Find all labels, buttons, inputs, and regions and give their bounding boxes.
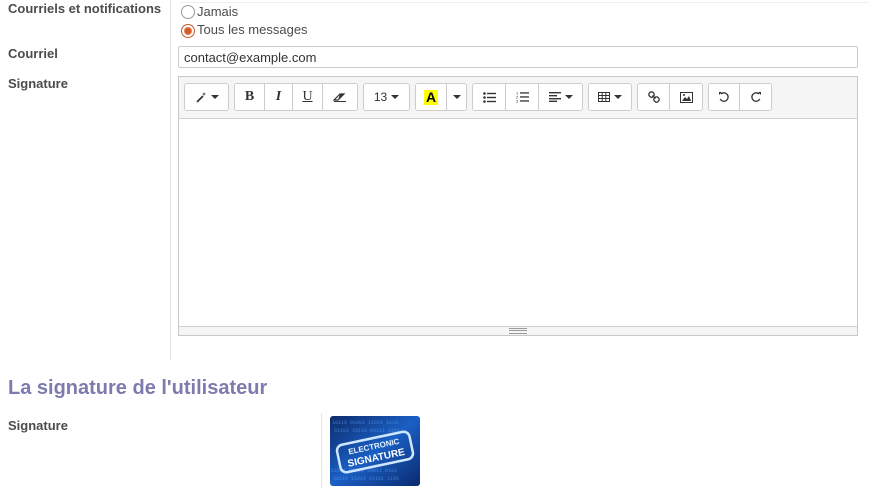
eraser-icon: [333, 93, 346, 102]
undo-button[interactable]: [709, 84, 740, 110]
font-size-value: 13: [373, 90, 388, 104]
email-field[interactable]: [178, 46, 858, 68]
redo-icon: [750, 92, 761, 102]
style-dropdown-button[interactable]: [185, 84, 228, 110]
chevron-down-icon: [452, 95, 461, 99]
svg-text:3: 3: [516, 99, 519, 104]
insert-link-button[interactable]: [638, 84, 670, 110]
italic-button[interactable]: I: [265, 84, 293, 110]
image-icon: [679, 91, 693, 103]
svg-text:01101 10110 00111 1011: 01101 10110 00111 1011: [334, 428, 400, 434]
email-label: Courriel: [8, 46, 58, 61]
table-dropdown-button[interactable]: [589, 84, 631, 110]
ordered-list-button[interactable]: 1 2 3: [506, 84, 539, 110]
bullet-list-icon: [482, 91, 496, 103]
radio-never[interactable]: [181, 4, 195, 19]
svg-text:10110 01001 11010 0110: 10110 01001 11010 0110: [332, 420, 398, 426]
signature-column-divider: [321, 413, 322, 488]
form-column-divider: [170, 0, 171, 360]
history-group: [708, 83, 772, 111]
signature-label: Signature: [8, 76, 68, 91]
font-style-group: B I U: [234, 83, 358, 111]
numbered-list-icon: 1 2 3: [516, 91, 529, 103]
notifications-label: Courriels et notifications: [8, 1, 162, 16]
insert-image-button[interactable]: [670, 84, 702, 110]
editor-toolbar: B I U 13 A 1 2 3: [179, 77, 857, 119]
section-title: La signature de l'utilisateur: [8, 377, 268, 399]
paragraph-group: 1 2 3: [472, 83, 583, 111]
radio-option-all-messages[interactable]: Tous les messages: [181, 21, 308, 38]
bold-button[interactable]: B: [235, 84, 265, 110]
signature-editor[interactable]: B I U 13 A 1 2 3: [178, 76, 858, 336]
highlight-color-button[interactable]: A: [416, 84, 447, 110]
electronic-signature-image: 10110 01001 11010 0110 01101 10110 00111…: [330, 416, 420, 486]
undo-icon: [719, 92, 729, 102]
align-left-icon: [548, 92, 561, 102]
color-dropdown-button[interactable]: [447, 84, 466, 110]
magic-wand-icon: [195, 92, 206, 103]
insert-group: [637, 83, 703, 111]
radio-all-messages-label: Tous les messages: [197, 22, 308, 37]
radio-option-never[interactable]: Jamais: [181, 4, 238, 19]
underline-button[interactable]: U: [293, 84, 323, 110]
editor-resize-handle[interactable]: [179, 326, 857, 335]
paragraph-align-dropdown[interactable]: [539, 84, 582, 110]
radio-all-messages[interactable]: [181, 24, 195, 38]
unordered-list-button[interactable]: [473, 84, 506, 110]
color-group: A: [415, 83, 467, 111]
clear-format-button[interactable]: [323, 84, 357, 110]
style-group: [184, 83, 229, 111]
highlight-icon: A: [423, 88, 439, 105]
top-divider: [180, 2, 869, 3]
table-group: [588, 83, 632, 111]
link-icon: [647, 91, 660, 103]
radio-never-label: Jamais: [197, 4, 239, 19]
font-size-group: 13: [363, 83, 410, 111]
resize-grip-icon: [509, 328, 527, 334]
font-size-dropdown[interactable]: 13: [364, 84, 409, 110]
user-signature-label: Signature: [8, 418, 68, 433]
svg-text:00110 11010 01101 1100: 00110 11010 01101 1100: [333, 476, 399, 482]
table-icon: [598, 92, 610, 102]
editor-content-area[interactable]: [179, 119, 857, 329]
redo-button[interactable]: [740, 84, 771, 110]
signature-image[interactable]: 10110 01001 11010 0110 01101 10110 00111…: [330, 416, 420, 486]
